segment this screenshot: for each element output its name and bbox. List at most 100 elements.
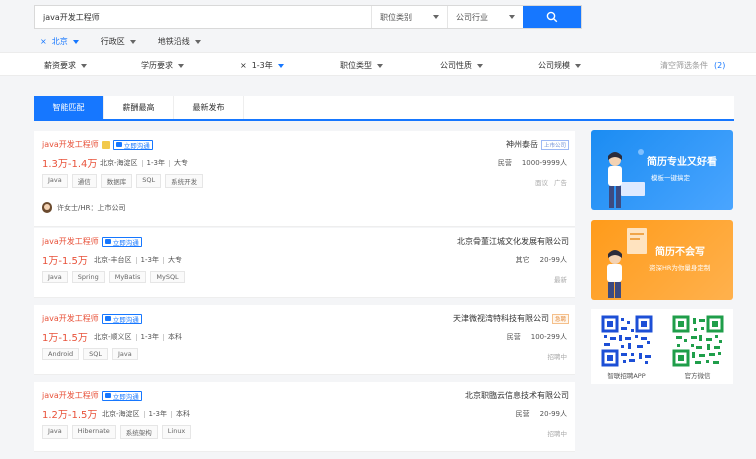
- clear-filters-button[interactable]: 清空筛选条件 (2): [660, 60, 725, 71]
- person-laptop-illustration: [608, 149, 645, 208]
- search-button[interactable]: [523, 6, 581, 28]
- job-experience: 1-3年: [146, 159, 165, 167]
- resume-template-banner[interactable]: 简历专业又好看 模板一键搞定: [591, 130, 733, 210]
- district-filter[interactable]: 行政区: [101, 36, 136, 47]
- city-filter[interactable]: × 北京: [40, 36, 79, 47]
- skill-tag: Hibernate: [71, 425, 116, 439]
- location-filter-row: × 北京 行政区 地铁沿线: [40, 36, 223, 47]
- city-filter-label: 北京: [51, 37, 68, 46]
- qr-label: 智联招聘APP: [607, 372, 646, 380]
- chat-button[interactable]: 立即沟通: [101, 313, 142, 324]
- chevron-down-icon: [129, 39, 136, 44]
- category-select-label: 职位类别: [380, 12, 412, 22]
- job-education: 本科: [167, 333, 182, 341]
- chevron-down-icon: [477, 63, 483, 68]
- divider: [162, 333, 164, 341]
- education-filter[interactable]: 学历要求: [141, 60, 184, 71]
- wechat-qr[interactable]: 官方微信: [662, 309, 733, 384]
- tab-latest[interactable]: 最新发布: [174, 96, 244, 119]
- chevron-down-icon: [194, 39, 201, 44]
- sort-tabs: 智能匹配 薪酬最高 最新发布: [34, 96, 734, 121]
- skill-tag: SQL: [83, 348, 109, 360]
- verified-icon: [101, 140, 110, 149]
- industry-select[interactable]: 公司行业: [447, 6, 523, 28]
- job-title[interactable]: java开发工程师: [42, 236, 99, 247]
- company-ownership: 民营: [515, 410, 530, 418]
- chat-button[interactable]: 立即沟通: [101, 236, 142, 247]
- qr-code-icon: [671, 315, 724, 367]
- remove-icon[interactable]: ×: [240, 61, 247, 70]
- company-size-filter-label: 公司规模: [538, 61, 570, 70]
- chat-button-label: 立即沟通: [112, 315, 139, 324]
- ad-label: 广告: [554, 179, 567, 187]
- chat-icon: [104, 393, 111, 398]
- skill-tag: 数据库: [100, 174, 133, 188]
- search-input[interactable]: [35, 6, 371, 28]
- job-status: 面议: [535, 179, 548, 187]
- salary: 1.3万-1.4万: [42, 159, 98, 170]
- resume-writing-banner[interactable]: 简历不会写 资深HR为你量身定制: [591, 220, 733, 300]
- skill-tag: Linux: [161, 425, 192, 439]
- job-experience: 1-3年: [140, 256, 159, 264]
- banner-subtitle: 模板一键搞定: [651, 174, 690, 182]
- company-name[interactable]: 北京骨董江城文化发展有限公司: [457, 236, 569, 247]
- qr-label: 官方微信: [684, 372, 711, 380]
- hr-info: 许女士/HR：上市公司: [57, 203, 126, 212]
- skill-tag: 通信: [71, 174, 97, 188]
- chat-button[interactable]: 立即沟通: [101, 390, 142, 401]
- job-card[interactable]: java开发工程师 立即沟通 1.3万-1.4万 北京-海淀区 1-3年 大专 …: [34, 131, 575, 227]
- job-type-filter[interactable]: 职位类型: [340, 60, 383, 71]
- job-card[interactable]: java开发工程师 立即沟通 1.2万-1.5万 北京-海淀区 1-3年 本科 …: [34, 382, 575, 452]
- banner-title: 简历专业又好看: [647, 157, 717, 168]
- company-size: 100-299人: [530, 333, 567, 341]
- job-title[interactable]: java开发工程师: [42, 313, 99, 324]
- salary: 1万-1.5万: [42, 256, 88, 267]
- person-resume-illustration: [607, 228, 647, 298]
- chat-button[interactable]: 立即沟通: [112, 139, 153, 150]
- category-select[interactable]: 职位类别: [371, 6, 447, 28]
- job-card[interactable]: java开发工程师 立即沟通 1万-1.5万 北京-丰台区 1-3年 大专 Ja…: [34, 228, 575, 298]
- chevron-down-icon: [377, 63, 383, 68]
- divider: [135, 333, 137, 341]
- job-filter-row: 薪资要求 学历要求 × 1-3年 职位类型 公司性质 公司规模 清空筛选条件 (2…: [0, 52, 756, 76]
- divider: [170, 410, 172, 418]
- company-name[interactable]: 天津微视湾特科技有限公司: [453, 313, 549, 324]
- skill-tag: 系统架构: [119, 425, 158, 439]
- hr-avatar: [42, 202, 52, 213]
- job-title[interactable]: java开发工程师: [42, 390, 99, 401]
- salary-filter[interactable]: 薪资要求: [44, 60, 87, 71]
- job-experience: 1-3年: [140, 333, 159, 341]
- clear-filters-count: (2): [714, 61, 726, 70]
- chevron-down-icon: [509, 15, 515, 19]
- company-size-filter[interactable]: 公司规模: [538, 60, 581, 71]
- job-education: 大专: [173, 159, 188, 167]
- divider: [143, 410, 145, 418]
- tab-smart-match[interactable]: 智能匹配: [34, 96, 104, 119]
- company-type-filter[interactable]: 公司性质: [440, 60, 483, 71]
- company-ownership: 其它: [515, 256, 530, 264]
- company-ownership: 民营: [506, 333, 521, 341]
- qr-code-panel: 智联招聘APP 官方微信: [591, 309, 733, 384]
- company-name[interactable]: 神州泰岳: [506, 139, 538, 150]
- chevron-down-icon: [72, 39, 79, 44]
- skill-tag: Spring: [71, 271, 105, 283]
- company-type-filter-label: 公司性质: [440, 61, 472, 70]
- app-qr[interactable]: 智联招聘APP: [591, 309, 662, 384]
- company-badge: 急聘: [551, 313, 569, 324]
- salary: 1万-1.5万: [42, 333, 88, 344]
- subway-filter[interactable]: 地铁沿线: [158, 36, 201, 47]
- tab-highest-salary[interactable]: 薪酬最高: [104, 96, 174, 119]
- experience-filter[interactable]: × 1-3年: [240, 60, 284, 71]
- job-title[interactable]: java开发工程师: [42, 139, 99, 150]
- skill-tag: MyBatis: [108, 271, 147, 283]
- job-type-filter-label: 职位类型: [340, 61, 372, 70]
- company-name[interactable]: 北京职臨云信息技术有限公司: [465, 390, 569, 401]
- chevron-down-icon: [178, 63, 184, 68]
- remove-icon[interactable]: ×: [40, 37, 47, 46]
- job-education: 大专: [167, 256, 182, 264]
- chat-icon: [115, 142, 122, 147]
- company-badge: 上市公司: [540, 139, 569, 150]
- job-card[interactable]: java开发工程师 立即沟通 1万-1.5万 北京-顺义区 1-3年 本科 An…: [34, 305, 575, 375]
- job-location: 北京-丰台区: [94, 256, 132, 264]
- skill-tag: Java: [112, 348, 138, 360]
